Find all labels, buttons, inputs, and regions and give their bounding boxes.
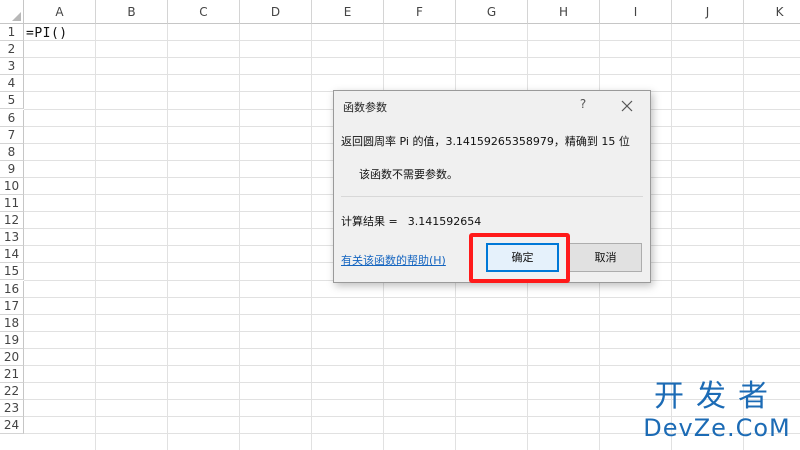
dialog-title: 函数参数 bbox=[343, 101, 387, 114]
function-help-link[interactable]: 有关该函数的帮助(H) bbox=[341, 252, 446, 268]
row-header-7[interactable]: 7 bbox=[0, 126, 24, 144]
row-header-14[interactable]: 14 bbox=[0, 246, 24, 264]
row-header-8[interactable]: 8 bbox=[0, 143, 24, 161]
row-header-5[interactable]: 5 bbox=[0, 92, 24, 110]
row-header-16[interactable]: 16 bbox=[0, 280, 24, 298]
row-header-23[interactable]: 23 bbox=[0, 400, 24, 418]
watermark-en: DevZe.CoM bbox=[643, 414, 791, 442]
grid-line bbox=[24, 313, 800, 315]
grid-line bbox=[95, 24, 96, 450]
row-header-4[interactable]: 4 bbox=[0, 75, 24, 93]
column-header-h[interactable]: H bbox=[528, 0, 600, 24]
formula-result: 计算结果 = 3.141592654 bbox=[341, 213, 481, 229]
no-arguments-note: 该函数不需要参数。 bbox=[359, 168, 458, 181]
row-header-2[interactable]: 2 bbox=[0, 41, 24, 59]
help-button[interactable]: ? bbox=[575, 97, 591, 115]
row-header-20[interactable]: 20 bbox=[0, 348, 24, 366]
row-header-9[interactable]: 9 bbox=[0, 160, 24, 178]
grid-line bbox=[24, 57, 800, 59]
result-value: 3.141592654 bbox=[407, 215, 482, 228]
grid-line bbox=[24, 347, 800, 349]
select-all-corner[interactable] bbox=[0, 0, 24, 24]
row-header-1[interactable]: 1 bbox=[0, 24, 24, 42]
column-header-d[interactable]: D bbox=[240, 0, 312, 24]
watermark-logo: 开发者 DevZe.CoM bbox=[642, 380, 792, 446]
grid-line bbox=[311, 24, 312, 450]
row-header-3[interactable]: 3 bbox=[0, 58, 24, 76]
watermark-cn: 开发者 bbox=[654, 379, 780, 414]
row-header-15[interactable]: 15 bbox=[0, 263, 24, 281]
row-header-24[interactable]: 24 bbox=[0, 417, 24, 435]
row-header-12[interactable]: 12 bbox=[0, 212, 24, 230]
result-label: 计算结果 = bbox=[341, 215, 398, 228]
column-header-a[interactable]: A bbox=[24, 0, 96, 24]
row-header-18[interactable]: 18 bbox=[0, 314, 24, 332]
grid-line bbox=[24, 74, 800, 76]
row-header-6[interactable]: 6 bbox=[0, 109, 24, 127]
row-header-10[interactable]: 10 bbox=[0, 177, 24, 195]
close-button[interactable] bbox=[618, 97, 636, 115]
cancel-button[interactable]: 取消 bbox=[569, 243, 642, 272]
cell-a1[interactable]: =PI() bbox=[26, 26, 68, 41]
column-header-e[interactable]: E bbox=[312, 0, 384, 24]
column-header-b[interactable]: B bbox=[96, 0, 168, 24]
dialog-titlebar[interactable]: 函数参数 ? bbox=[334, 91, 650, 121]
column-header-c[interactable]: C bbox=[168, 0, 240, 24]
row-header-13[interactable]: 13 bbox=[0, 229, 24, 247]
row-header-19[interactable]: 19 bbox=[0, 331, 24, 349]
column-header-k[interactable]: K bbox=[744, 0, 800, 24]
column-header-g[interactable]: G bbox=[456, 0, 528, 24]
grid-line bbox=[239, 24, 240, 450]
close-icon bbox=[621, 100, 633, 112]
row-header-22[interactable]: 22 bbox=[0, 383, 24, 401]
row-header-21[interactable]: 21 bbox=[0, 366, 24, 384]
grid-line bbox=[24, 365, 800, 366]
column-header-j[interactable]: J bbox=[672, 0, 744, 24]
dialog-separator bbox=[341, 196, 643, 197]
ok-button-highlight bbox=[469, 233, 570, 283]
row-header-11[interactable]: 11 bbox=[0, 195, 24, 213]
function-description: 返回圆周率 Pi 的值，3.14159265358979，精确到 15 位 bbox=[341, 135, 630, 148]
grid-line bbox=[167, 24, 168, 450]
column-header-i[interactable]: I bbox=[600, 0, 672, 24]
grid-line bbox=[24, 330, 800, 332]
grid-line bbox=[24, 296, 800, 298]
column-header-f[interactable]: F bbox=[384, 0, 456, 24]
row-header-17[interactable]: 17 bbox=[0, 297, 24, 315]
grid-line bbox=[24, 40, 800, 42]
